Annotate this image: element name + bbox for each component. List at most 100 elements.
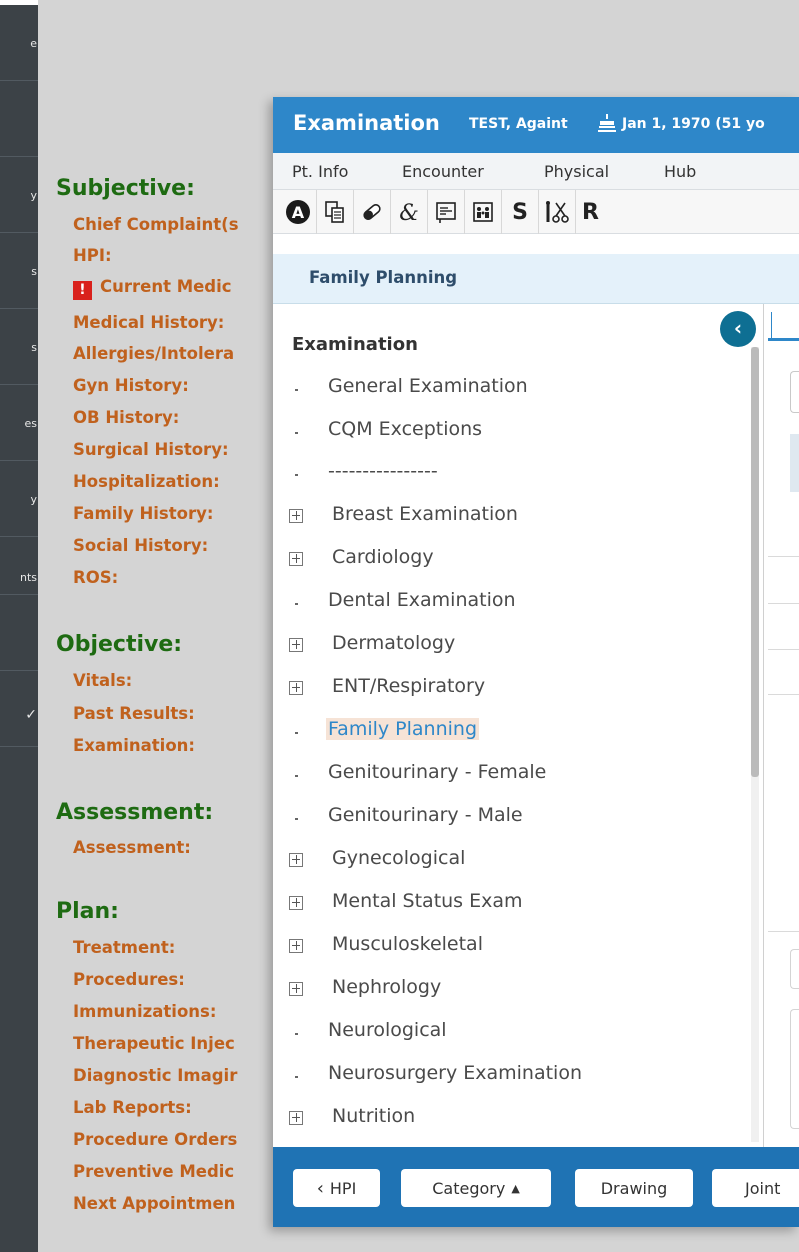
soap-item-hpi[interactable]: HPI: [73,246,112,265]
tree-item[interactable]: General Examination [289,375,729,405]
tree-item[interactable]: Nephrology [289,976,729,1006]
soap-item-surgical-history[interactable]: Surgical History: [73,440,229,459]
tb-button-procedure[interactable]: & [391,190,428,234]
soap-item-hospitalization[interactable]: Hospitalization: [73,472,220,491]
menu-pt-info[interactable]: Pt. Info [292,162,348,181]
tree-item[interactable]: Mental Status Exam [289,890,729,920]
collapse-panel-button[interactable]: ‹ [720,311,756,347]
soap-item-next-appointment[interactable]: Next Appointmen [73,1194,235,1213]
soap-item-vitals[interactable]: Vitals: [73,671,132,690]
expand-plus-icon[interactable] [289,853,303,867]
soap-item-ob-history[interactable]: OB History: [73,408,179,427]
tree-item[interactable]: Nutrition [289,1105,729,1135]
soap-item-allergies[interactable]: Allergies/Intolera [73,344,234,363]
soap-item-past-results[interactable]: Past Results: [73,704,195,723]
soap-item-chief-complaint[interactable]: Chief Complaint(s [73,215,239,234]
modal-menubar: Pt. Info Encounter Physical Hub [273,153,799,190]
detail-input[interactable] [790,371,799,413]
soap-item-medical-history[interactable]: Medical History: [73,313,224,332]
tree-item-label: ---------------- [328,460,438,482]
tb-button-form[interactable] [428,190,465,234]
tree-scrollbar[interactable] [751,347,759,1142]
detail-row-divider [768,649,799,650]
tb-button-a[interactable]: A [280,190,317,234]
soap-item-procedure-orders[interactable]: Procedure Orders [73,1130,237,1149]
sidebar-item-2[interactable] [0,81,38,157]
tree-item[interactable]: Musculoskeletal [289,933,729,963]
expand-plus-icon[interactable] [289,681,303,695]
tree-item-label: General Examination [328,375,528,397]
drawing-button[interactable]: Drawing [575,1169,693,1207]
category-button[interactable]: Category ▲ [401,1169,551,1207]
tree-item[interactable]: Neurosurgery Examination [289,1062,729,1092]
tree-item[interactable]: ---------------- [289,460,729,490]
tree-item[interactable]: CQM Exceptions [289,418,729,448]
expand-plus-icon[interactable] [289,982,303,996]
soap-item-immunizations[interactable]: Immunizations: [73,1002,216,1021]
soap-item-therapeutic-injections[interactable]: Therapeutic Injec [73,1034,235,1053]
soap-item-diagnostic-imaging[interactable]: Diagnostic Imagir [73,1066,237,1085]
tb-button-r[interactable]: R [576,190,613,234]
sidebar-item-label: y [30,189,37,202]
sidebar-item-7[interactable]: y [0,461,38,537]
detail-header-row [790,434,799,492]
tree-item[interactable]: Dental Examination [289,589,729,619]
soap-item-procedures[interactable]: Procedures: [73,970,185,989]
tree-leaf-icon [289,1068,303,1082]
section-objective: Objective: [56,632,183,657]
sidebar-item-label: y [30,493,37,506]
sidebar-item-label: s [31,265,37,278]
tb-button-family[interactable] [465,190,502,234]
soap-item-examination[interactable]: Examination: [73,736,195,755]
modal-titlebar[interactable]: Examination TEST, Againt Jan 1, 1970 (51… [273,97,799,153]
hpi-button[interactable]: ‹ HPI [293,1169,380,1207]
soap-item-social-history[interactable]: Social History: [73,536,208,555]
form-icon [436,202,456,223]
soap-item-gyn-history[interactable]: Gyn History: [73,376,189,395]
menu-hub[interactable]: Hub [664,162,696,181]
soap-item-ros[interactable]: ROS: [73,568,118,587]
sidebar-item-4[interactable]: s [0,233,38,309]
joint-button[interactable]: Joint [712,1169,799,1207]
detail-tab[interactable] [768,304,799,341]
sidebar-item-5[interactable]: s [0,309,38,385]
tree-scrollbar-thumb[interactable] [751,347,759,777]
expand-plus-icon[interactable] [289,638,303,652]
tree-item[interactable]: Dermatology [289,632,729,662]
expand-plus-icon[interactable] [289,896,303,910]
soap-item-lab-reports[interactable]: Lab Reports: [73,1098,192,1117]
menu-encounter[interactable]: Encounter [402,162,484,181]
detail-box[interactable] [790,949,799,989]
sidebar-item-1[interactable]: e [0,5,38,81]
expand-plus-icon[interactable] [289,509,303,523]
family-icon [473,202,493,222]
tb-button-copy[interactable] [317,190,354,234]
sidebar-item-6[interactable]: es [0,385,38,461]
tree-item[interactable]: Neurological [289,1019,729,1049]
tree-item[interactable]: Genitourinary - Male [289,804,729,834]
soap-item-family-history[interactable]: Family History: [73,504,213,523]
sidebar-item-3[interactable]: y [0,157,38,233]
tb-button-rx[interactable] [354,190,391,234]
sidebar-item-8[interactable]: nts [0,537,38,595]
tree-leaf-icon [289,424,303,438]
soap-item-preventive-medicine[interactable]: Preventive Medic [73,1162,234,1181]
tree-item-selected[interactable]: Family Planning [289,718,729,748]
menu-physical[interactable]: Physical [544,162,609,181]
soap-item-treatment[interactable]: Treatment: [73,938,175,957]
tree-item[interactable]: Gynecological [289,847,729,877]
tb-button-split[interactable] [539,190,576,234]
sidebar-item-10[interactable]: ✓ [0,671,38,747]
tree-item[interactable]: Breast Examination [289,503,729,533]
soap-item-assessment[interactable]: Assessment: [73,838,191,857]
soap-item-current-medications[interactable]: ! Current Medic [73,277,232,300]
sidebar-item-9[interactable] [0,595,38,671]
tree-item[interactable]: Cardiology [289,546,729,576]
expand-plus-icon[interactable] [289,552,303,566]
tree-item[interactable]: ENT/Respiratory [289,675,729,705]
tree-item[interactable]: Genitourinary - Female [289,761,729,791]
tb-button-s[interactable]: S [502,190,539,234]
expand-plus-icon[interactable] [289,939,303,953]
expand-plus-icon[interactable] [289,1111,303,1125]
detail-textarea[interactable] [790,1009,799,1129]
